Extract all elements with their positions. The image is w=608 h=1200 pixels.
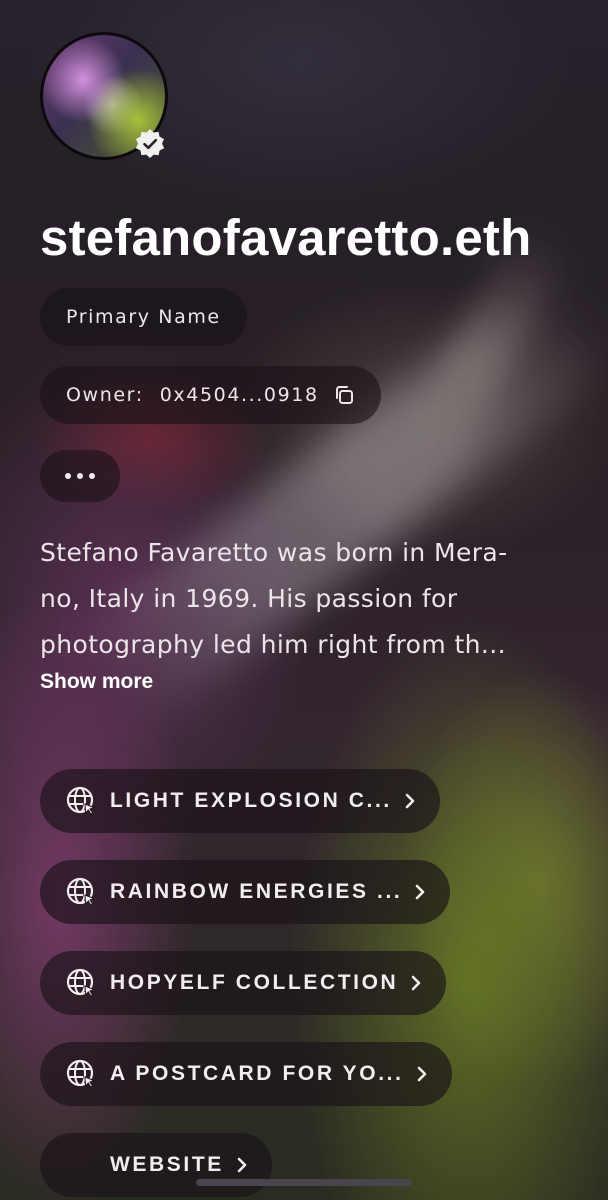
- bio-line: photography led him right from th...: [40, 630, 506, 659]
- primary-name-label: Primary Name: [66, 306, 221, 328]
- link-button-hopyelf-collection[interactable]: HOPYELF COLLECTION: [40, 951, 447, 1015]
- chevron-right-icon: [405, 793, 415, 809]
- chevron-right-icon: [416, 884, 425, 900]
- link-button-light-explosion[interactable]: LIGHT EXPLOSION C...: [40, 769, 440, 833]
- bio-line: Stefano Favaretto was born in Mera-: [40, 538, 508, 567]
- ens-name-title: stefanofavaretto.eth: [40, 209, 532, 266]
- bio-line: no, Italy in 1969. His passion for: [40, 584, 458, 613]
- home-indicator[interactable]: [196, 1179, 412, 1186]
- globe-icon: [66, 786, 96, 815]
- globe-icon: [66, 1059, 96, 1088]
- avatar-container[interactable]: [40, 32, 168, 160]
- chevron-right-icon: [412, 975, 421, 991]
- link-button-rainbow-energies[interactable]: RAINBOW ENERGIES ...: [40, 860, 451, 924]
- link-label: RAINBOW ENERGIES ...: [110, 880, 403, 903]
- more-options-button[interactable]: [40, 450, 120, 502]
- owner-address-pill[interactable]: Owner: 0x4504...0918: [40, 366, 381, 424]
- show-more-link[interactable]: Show more: [40, 670, 153, 694]
- owner-label: Owner:: [66, 384, 144, 406]
- link-button-postcard[interactable]: A POSTCARD FOR YO...: [40, 1042, 452, 1106]
- link-button-website[interactable]: WEBSITE: [40, 1133, 272, 1197]
- chevron-right-icon: [417, 1066, 426, 1082]
- chevron-right-icon: [237, 1157, 247, 1173]
- globe-icon: [66, 968, 96, 997]
- primary-name-badge[interactable]: Primary Name: [40, 288, 247, 346]
- link-label: WEBSITE: [110, 1153, 224, 1176]
- more-dots-icon: [65, 473, 95, 479]
- link-label: LIGHT EXPLOSION C...: [110, 789, 392, 812]
- bio-text: Stefano Favaretto was born in Mera- no, …: [40, 530, 570, 668]
- link-label: HOPYELF COLLECTION: [110, 971, 399, 994]
- verified-badge-icon: [135, 129, 165, 158]
- owner-address: 0x4504...0918: [159, 384, 319, 406]
- copy-icon[interactable]: [333, 384, 355, 406]
- link-label: A POSTCARD FOR YO...: [110, 1062, 404, 1085]
- globe-icon: [66, 877, 96, 906]
